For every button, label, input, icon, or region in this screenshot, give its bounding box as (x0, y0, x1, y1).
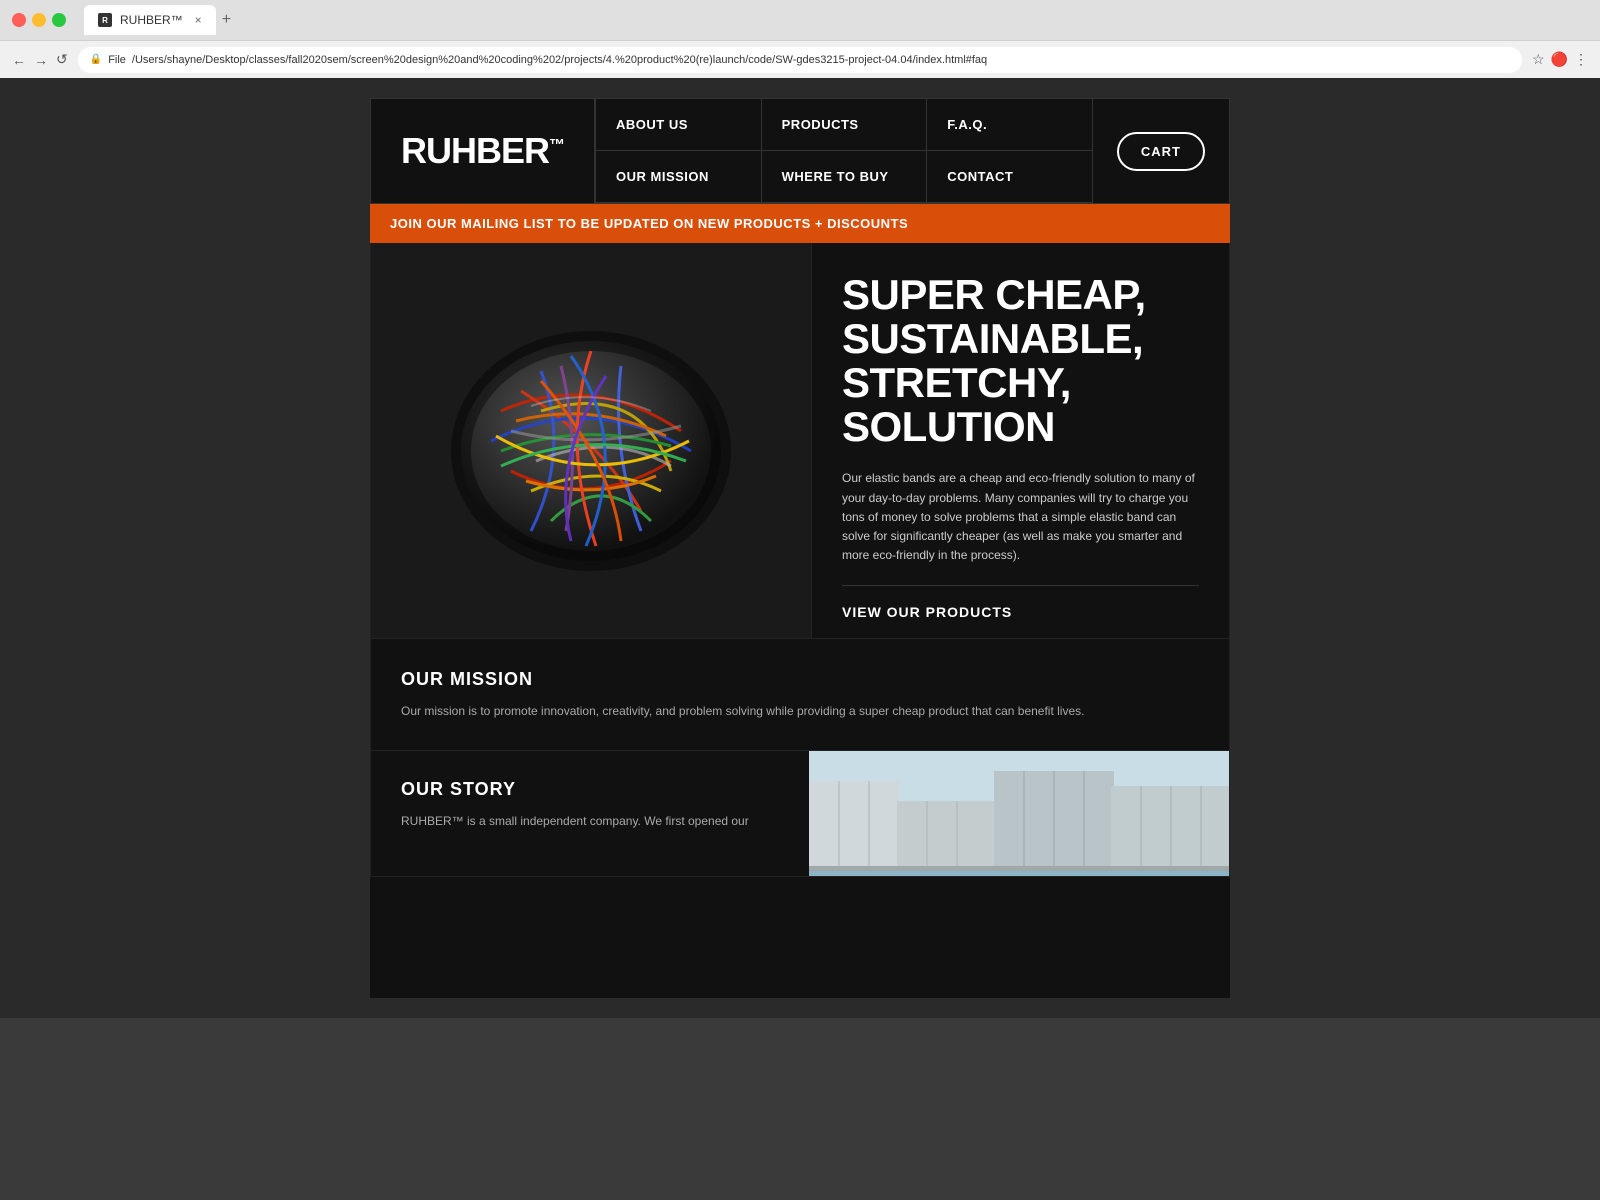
browser-titlebar: R RUHBER™ × + (0, 0, 1600, 40)
story-body: RUHBER™ is a small independent company. … (401, 812, 779, 830)
bookmark-icon[interactable]: ☆ (1532, 51, 1545, 68)
extensions-icon[interactable]: 🔴 (1551, 51, 1568, 68)
back-button[interactable]: ← (12, 52, 26, 68)
close-window-button[interactable] (12, 13, 26, 27)
cart-button[interactable]: CART (1117, 132, 1205, 171)
maximize-window-button[interactable] (52, 13, 66, 27)
rubber-band-ball-image (441, 291, 741, 591)
story-content: OUR STORY RUHBER™ is a small independent… (371, 751, 809, 876)
story-image (809, 751, 1229, 876)
nav-item-about-us[interactable]: ABOUT US (595, 99, 761, 151)
traffic-lights (12, 13, 66, 27)
hero-content: SUPER CHEAP, SUSTAINABLE, STRETCHY, SOLU… (811, 243, 1229, 638)
tab-close-button[interactable]: × (195, 13, 202, 27)
logo-area[interactable]: RUHBER™ (371, 99, 595, 203)
refresh-button[interactable]: ↺ (56, 51, 68, 68)
mission-section: OUR MISSION Our mission is to promote in… (370, 639, 1230, 751)
tab-bar: R RUHBER™ × + (84, 5, 1588, 35)
hero-image (371, 243, 811, 638)
nav-item-cart[interactable]: CART (1092, 99, 1229, 203)
nav-grid: ABOUT US PRODUCTS F.A.Q. CART OUR MISSIO… (595, 99, 1229, 203)
browser-actions: ☆ 🔴 ⋮ (1532, 51, 1588, 68)
story-title: OUR STORY (401, 779, 779, 800)
new-tab-button[interactable]: + (222, 11, 231, 29)
site-logo[interactable]: RUHBER™ (401, 133, 564, 169)
mission-body: Our mission is to promote innovation, cr… (401, 702, 1199, 720)
browser-nav-buttons: ← → ↺ (12, 51, 68, 68)
view-products-button[interactable]: VIEW OUR PRODUCTS (842, 585, 1199, 638)
browser-addressbar: ← → ↺ 🔒 File /Users/shayne/Desktop/class… (0, 40, 1600, 78)
nav-item-our-mission[interactable]: OUR MISSION (595, 151, 761, 203)
story-section: OUR STORY RUHBER™ is a small independent… (370, 751, 1230, 877)
address-url: /Users/shayne/Desktop/classes/fall2020se… (132, 54, 987, 66)
hero-body-text: Our elastic bands are a cheap and eco-fr… (842, 469, 1199, 565)
story-building-image (809, 751, 1229, 871)
tab-favicon: R (98, 13, 112, 27)
menu-icon[interactable]: ⋮ (1574, 51, 1588, 68)
mission-title: OUR MISSION (401, 669, 1199, 690)
address-prefix: File (108, 54, 126, 66)
hero-section: SUPER CHEAP, SUSTAINABLE, STRETCHY, SOLU… (370, 243, 1230, 639)
tab-title: RUHBER™ (120, 13, 183, 27)
browser-chrome: R RUHBER™ × + ← → ↺ 🔒 File /Users/shayne… (0, 0, 1600, 78)
website: RUHBER™ ABOUT US PRODUCTS F.A.Q. CART OU… (370, 98, 1230, 998)
website-wrapper: RUHBER™ ABOUT US PRODUCTS F.A.Q. CART OU… (0, 78, 1600, 1018)
address-bar[interactable]: 🔒 File /Users/shayne/Desktop/classes/fal… (78, 47, 1522, 73)
minimize-window-button[interactable] (32, 13, 46, 27)
hero-headline: SUPER CHEAP, SUSTAINABLE, STRETCHY, SOLU… (842, 273, 1199, 449)
main-navigation: RUHBER™ ABOUT US PRODUCTS F.A.Q. CART OU… (370, 98, 1230, 204)
mailing-list-banner[interactable]: JOIN OUR MAILING LIST TO BE UPDATED ON N… (370, 204, 1230, 243)
nav-item-contact[interactable]: CONTACT (926, 151, 1092, 203)
browser-tab-active[interactable]: R RUHBER™ × (84, 5, 216, 35)
nav-item-where-to-buy[interactable]: WHERE TO BUY (761, 151, 927, 203)
lock-icon: 🔒 (90, 54, 102, 65)
forward-button[interactable]: → (34, 52, 48, 68)
nav-item-faq[interactable]: F.A.Q. (926, 99, 1092, 151)
nav-item-products[interactable]: PRODUCTS (761, 99, 927, 151)
